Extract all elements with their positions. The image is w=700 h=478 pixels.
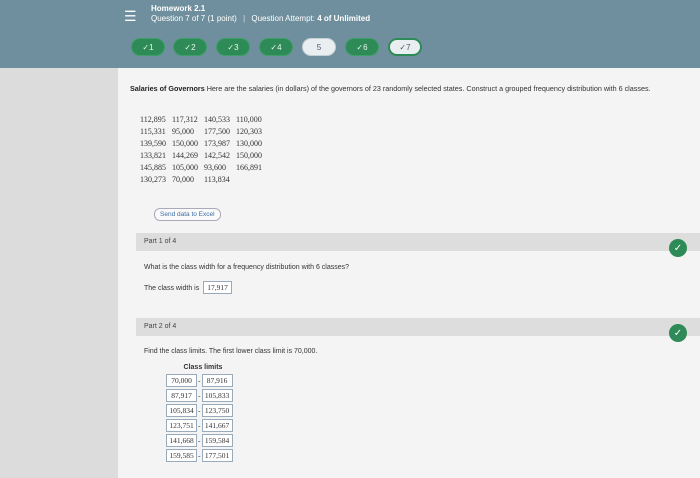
class-limit-row: 105,834-123,750 bbox=[166, 403, 240, 418]
lower-limit-input[interactable]: 87,917 bbox=[166, 389, 197, 402]
class-limits-header: Class limits bbox=[183, 364, 223, 371]
send-to-excel-button[interactable]: Send data to Excel bbox=[154, 208, 221, 221]
data-cell: 130,273 bbox=[140, 175, 166, 184]
question-button-5[interactable]: 5 bbox=[302, 38, 336, 56]
upper-limit-input[interactable]: 87,916 bbox=[201, 374, 233, 387]
assignment-header: ☰ Homework 2.1 Question 7 of 7 (1 point)… bbox=[0, 0, 700, 34]
data-cell: 173,987 bbox=[204, 139, 230, 148]
data-cell: 70,000 bbox=[172, 175, 194, 184]
data-row: 112,895 117,312 140,533 110,000 bbox=[140, 115, 268, 127]
lower-limit-input[interactable]: 141,668 bbox=[166, 434, 197, 447]
data-cell: 130,000 bbox=[236, 139, 262, 148]
upper-limit-input[interactable]: 141,667 bbox=[201, 419, 233, 432]
range-dash: - bbox=[198, 451, 201, 460]
question-button-6[interactable]: ✓6 bbox=[345, 38, 379, 56]
part-2-question: Find the class limits. The first lower c… bbox=[144, 348, 318, 355]
lower-limit-input[interactable]: 105,834 bbox=[166, 404, 197, 417]
data-cell: 177,500 bbox=[204, 127, 230, 136]
data-cell: 95,000 bbox=[172, 127, 194, 136]
lower-limit-input[interactable]: 123,751 bbox=[166, 419, 197, 432]
upper-limit-input[interactable]: 159,584 bbox=[201, 434, 233, 447]
part-2-label: Part 2 of 4 bbox=[144, 323, 177, 330]
question-button-3[interactable]: ✓3 bbox=[216, 38, 250, 56]
question-button-4[interactable]: ✓4 bbox=[259, 38, 293, 56]
data-cell: 166,891 bbox=[236, 163, 262, 172]
range-dash: - bbox=[198, 421, 201, 430]
attempt-label: Question Attempt: bbox=[251, 14, 315, 23]
data-cell: 144,269 bbox=[172, 151, 198, 160]
class-width-answer: The class width is 17,917 bbox=[144, 281, 232, 294]
class-limit-row: 123,751-141,667 bbox=[166, 418, 240, 433]
data-cell: 140,533 bbox=[204, 115, 230, 124]
divider: | bbox=[243, 14, 246, 23]
data-cell: 150,000 bbox=[172, 139, 198, 148]
data-cell: 142,542 bbox=[204, 151, 230, 160]
range-dash: - bbox=[198, 436, 201, 445]
part-1-question: What is the class width for a frequency … bbox=[144, 264, 350, 271]
class-limit-row: 141,668-159,584 bbox=[166, 433, 240, 448]
data-cell: 105,000 bbox=[172, 163, 198, 172]
question-position: Question 7 of 7 (1 point) bbox=[151, 14, 237, 23]
data-cell: 112,895 bbox=[140, 115, 166, 124]
data-cell: 120,303 bbox=[236, 127, 262, 136]
data-row: 115,331 95,000 177,500 120,303 bbox=[140, 127, 268, 139]
class-limits-table: Class limits 70,000-87,916 87,917-105,83… bbox=[166, 364, 240, 463]
question-info-line: Question 7 of 7 (1 point) | Question Att… bbox=[151, 14, 370, 23]
data-cell: 150,000 bbox=[236, 151, 262, 160]
data-row: 133,821 144,269 142,542 150,000 bbox=[140, 151, 268, 163]
salary-data-table: 112,895 117,312 140,533 110,000 115,331 … bbox=[140, 115, 268, 187]
data-row: 139,590 150,000 173,987 130,000 bbox=[140, 139, 268, 151]
problem-title: Salaries of Governors bbox=[130, 84, 205, 93]
checkmark-icon: ✓ bbox=[669, 324, 687, 342]
attempt-value: 4 of Unlimited bbox=[317, 14, 371, 23]
question-content: Salaries of Governors Here are the salar… bbox=[118, 68, 700, 478]
checkmark-icon: ✓ bbox=[669, 239, 687, 257]
homework-title: Homework 2.1 bbox=[151, 4, 206, 13]
data-cell: 117,312 bbox=[172, 115, 198, 124]
part-1-label: Part 1 of 4 bbox=[144, 238, 177, 245]
upper-limit-input[interactable]: 123,750 bbox=[201, 404, 233, 417]
class-limit-row: 70,000-87,916 bbox=[166, 373, 240, 388]
part-1-header: Part 1 of 4 bbox=[136, 233, 700, 251]
question-button-1[interactable]: ✓1 bbox=[131, 38, 165, 56]
data-row: 130,273 70,000 113,834 bbox=[140, 175, 268, 187]
part-2-header: Part 2 of 4 bbox=[136, 318, 700, 336]
data-cell: 139,590 bbox=[140, 139, 166, 148]
data-cell: 115,331 bbox=[140, 127, 166, 136]
problem-statement: Salaries of Governors Here are the salar… bbox=[130, 84, 690, 94]
question-button-7[interactable]: ✓7 bbox=[388, 38, 422, 56]
problem-text: Here are the salaries (in dollars) of th… bbox=[206, 84, 651, 93]
question-button-2[interactable]: ✓2 bbox=[173, 38, 207, 56]
data-cell: 110,000 bbox=[236, 115, 262, 124]
range-dash: - bbox=[198, 406, 201, 415]
class-limit-row: 159,585-177,501 bbox=[166, 448, 240, 463]
data-cell: 145,885 bbox=[140, 163, 166, 172]
question-navigator: ✓1 ✓2 ✓3 ✓4 5 ✓6 ✓7 bbox=[0, 34, 700, 68]
upper-limit-input[interactable]: 105,833 bbox=[201, 389, 233, 402]
data-cell bbox=[236, 175, 268, 187]
data-cell: 133,821 bbox=[140, 151, 166, 160]
data-row: 145,885 105,000 93,600 166,891 bbox=[140, 163, 268, 175]
menu-icon[interactable]: ☰ bbox=[124, 8, 137, 25]
data-cell: 93,600 bbox=[204, 163, 226, 172]
range-dash: - bbox=[198, 376, 201, 385]
lower-limit-input[interactable]: 159,585 bbox=[166, 449, 197, 462]
answer-label: The class width is bbox=[144, 285, 200, 292]
data-cell: 113,834 bbox=[204, 175, 230, 184]
class-width-input[interactable]: 17,917 bbox=[203, 281, 232, 294]
range-dash: - bbox=[198, 391, 201, 400]
upper-limit-input[interactable]: 177,501 bbox=[201, 449, 233, 462]
class-limit-row: 87,917-105,833 bbox=[166, 388, 240, 403]
lower-limit-input[interactable]: 70,000 bbox=[166, 374, 197, 387]
